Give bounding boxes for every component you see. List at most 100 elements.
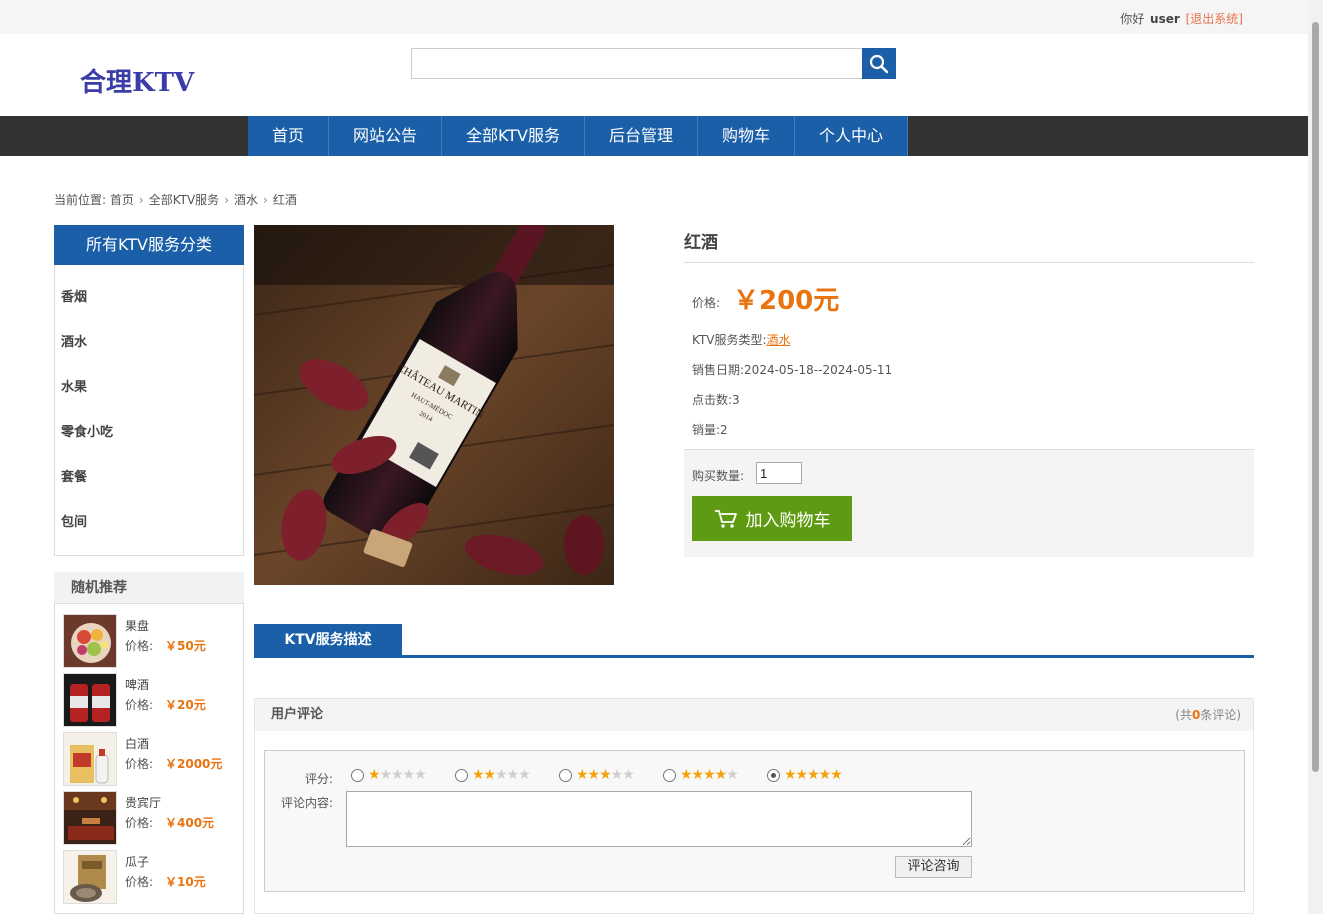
recommend-price-label: 价格: <box>125 875 154 889</box>
recommend-panel: 随机推荐 果盘 价格: ￥50元 啤酒 价格: ￥20元 白酒 价格: ￥200… <box>54 572 244 914</box>
recommend-name[interactable]: 瓜子 <box>125 853 149 870</box>
product-date: 销售日期:2024-05-18--2024-05-11 <box>692 361 892 378</box>
rating-radio[interactable] <box>351 768 364 782</box>
rating-radio[interactable] <box>455 768 468 782</box>
chevron-right-icon: › <box>224 193 229 207</box>
category-panel: 所有KTV服务分类 香烟 酒水 水果 零食小吃 套餐 包间 <box>54 225 244 556</box>
count-suffix: 条评论) <box>1200 708 1241 722</box>
sales-label: 销量: <box>692 423 721 437</box>
breadcrumb-all-services[interactable]: 全部KTV服务 <box>149 193 219 207</box>
clicks-value: 3 <box>732 393 740 407</box>
chevron-right-icon: › <box>138 193 144 207</box>
main-nav: 首页 网站公告 全部KTV服务 后台管理 购物车 个人中心 <box>0 116 1308 156</box>
recommend-item[interactable]: 贵宾厅 价格: ￥400元 <box>63 791 238 845</box>
stars-icon: ★★★★★ <box>680 767 739 783</box>
product-type: KTV服务类型:酒水 <box>692 331 791 348</box>
type-label: KTV服务类型: <box>692 333 767 347</box>
nav-home[interactable]: 首页 <box>248 116 330 156</box>
logout-link[interactable]: [退出系统] <box>1186 12 1243 26</box>
divider <box>684 262 1254 263</box>
price-label: 价格: <box>692 296 721 310</box>
add-to-cart-label: 加入购物车 <box>745 511 831 531</box>
recommend-name[interactable]: 果盘 <box>125 617 149 634</box>
recommend-name[interactable]: 白酒 <box>125 735 149 752</box>
baijiu-thumb[interactable] <box>63 732 117 786</box>
rating-radio[interactable] <box>559 768 572 782</box>
comments-count: (共0条评论) <box>1175 699 1241 731</box>
rating-radio[interactable] <box>663 768 676 782</box>
fruit-platter-thumb[interactable] <box>63 614 117 668</box>
breadcrumb-drinks[interactable]: 酒水 <box>234 193 258 207</box>
tab-description[interactable]: KTV服务描述 <box>254 624 402 656</box>
stars-icon: ★★★★★ <box>472 767 531 783</box>
nav-cart[interactable]: 购物车 <box>698 116 796 156</box>
category-item[interactable]: 零食小吃 <box>55 418 243 463</box>
recommend-price-label: 价格: <box>125 816 154 830</box>
nav-all-services[interactable]: 全部KTV服务 <box>442 116 586 156</box>
recommend-price: ￥20元 <box>165 698 206 712</box>
quantity-label: 购买数量: <box>692 469 745 483</box>
sunflower-seeds-thumb[interactable] <box>63 850 117 904</box>
category-list: 香烟 酒水 水果 零食小吃 套餐 包间 <box>55 265 243 553</box>
add-to-cart-button[interactable]: 加入购物车 <box>692 496 852 541</box>
recommend-item[interactable]: 白酒 价格: ￥2000元 <box>63 732 238 786</box>
nav-profile[interactable]: 个人中心 <box>795 116 909 156</box>
count-prefix: (共 <box>1175 708 1192 722</box>
rating-label: 评分: <box>305 772 334 786</box>
rating-option-2[interactable]: ★★★★★ <box>455 767 531 783</box>
breadcrumb: 当前位置: 首页 › 全部KTV服务 › 酒水 › 红酒 <box>54 191 297 208</box>
category-item[interactable]: 水果 <box>55 373 243 418</box>
comments-panel: 用户评论 (共0条评论) 评分: ★★★★★ ★★★★★ ★★★★★ ★★★★★… <box>254 698 1254 914</box>
recommend-item[interactable]: 果盘 价格: ￥50元 <box>63 614 238 668</box>
comment-form: 评分: ★★★★★ ★★★★★ ★★★★★ ★★★★★ ★★★★★ 评论内容: … <box>264 750 1245 892</box>
beer-thumb[interactable] <box>63 673 117 727</box>
product-title: 红酒 <box>684 233 718 253</box>
search-input[interactable] <box>411 48 863 79</box>
rating-option-1[interactable]: ★★★★★ <box>351 767 427 783</box>
vip-room-thumb[interactable] <box>63 791 117 845</box>
site-logo[interactable]: 合理KTV <box>80 62 194 99</box>
recommend-name[interactable]: 啤酒 <box>125 676 149 693</box>
product-image: CHÂTEAU MARTIN HAUT-MÉDOC 2014 <box>254 225 614 585</box>
recommend-title: 随机推荐 <box>54 572 244 604</box>
submit-comment-button[interactable]: 评论咨询 <box>895 856 972 878</box>
username: user <box>1150 12 1180 26</box>
rating-radio-selected[interactable] <box>767 768 780 782</box>
recommend-name[interactable]: 贵宾厅 <box>125 794 161 811</box>
recommend-price-label: 价格: <box>125 757 154 771</box>
quantity-input[interactable] <box>756 462 802 484</box>
nav-announcements[interactable]: 网站公告 <box>329 116 443 156</box>
category-item[interactable]: 酒水 <box>55 328 243 373</box>
recommend-price-label: 价格: <box>125 698 154 712</box>
scrollbar-thumb[interactable] <box>1312 22 1319 772</box>
rating-option-5[interactable]: ★★★★★ <box>767 768 843 782</box>
stars-icon: ★★★★★ <box>368 767 427 783</box>
type-link[interactable]: 酒水 <box>767 333 791 347</box>
category-title: 所有KTV服务分类 <box>54 225 244 265</box>
recommend-item[interactable]: 瓜子 价格: ￥10元 <box>63 850 238 904</box>
greeting-text: 你好 <box>1120 12 1145 26</box>
product-clicks: 点击数:3 <box>692 391 740 408</box>
recommend-item[interactable]: 啤酒 价格: ￥20元 <box>63 673 238 727</box>
user-greeting: 你好 user [退出系统] <box>1120 10 1243 27</box>
scrollbar[interactable] <box>1308 0 1323 914</box>
comments-title: 用户评论 <box>271 707 324 722</box>
category-item[interactable]: 包间 <box>55 508 243 553</box>
rating-option-4[interactable]: ★★★★★ <box>663 767 739 783</box>
date-value: 2024-05-18--2024-05-11 <box>744 363 893 377</box>
search-icon <box>869 54 889 73</box>
category-item[interactable]: 套餐 <box>55 463 243 508</box>
breadcrumb-prefix: 当前位置: <box>54 193 107 207</box>
stars-icon: ★★★★★ <box>576 767 635 783</box>
top-bar: 你好 user [退出系统] <box>0 0 1308 34</box>
rating-option-3[interactable]: ★★★★★ <box>559 767 635 783</box>
search-button[interactable] <box>862 48 896 79</box>
recommend-price: ￥10元 <box>165 875 206 889</box>
chevron-right-icon: › <box>263 193 268 207</box>
nav-admin[interactable]: 后台管理 <box>585 116 699 156</box>
cart-icon <box>714 509 737 528</box>
comment-textarea[interactable] <box>346 791 972 847</box>
breadcrumb-home[interactable]: 首页 <box>110 193 134 207</box>
recommend-price: ￥50元 <box>165 639 206 653</box>
category-item[interactable]: 香烟 <box>55 283 243 328</box>
